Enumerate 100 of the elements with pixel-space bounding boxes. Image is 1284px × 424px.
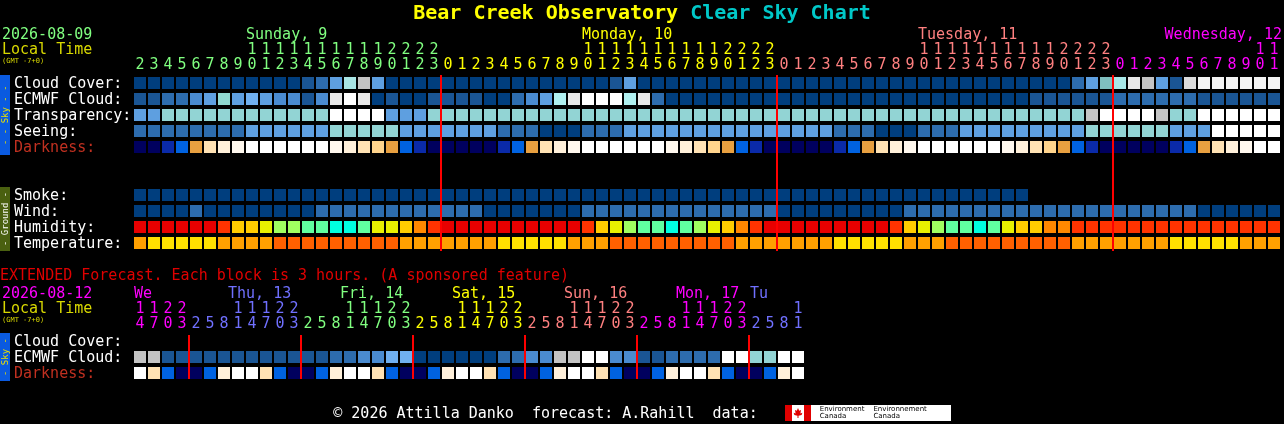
hour-digit: 2 [946, 57, 958, 72]
hour-digit: 1 [456, 57, 468, 72]
hour-digit: 2 [190, 316, 202, 331]
day-label: Monday, 10 [582, 27, 673, 42]
day-label: Sun, 16 [563, 286, 628, 301]
hour-digit: 5 [848, 57, 860, 72]
hour-tens-digit: 2 [624, 301, 636, 316]
hour-tens-digit: 1 [1268, 42, 1280, 57]
hour-digit: 9 [372, 57, 384, 72]
hour-digit: 1 [400, 57, 412, 72]
hour-digit: 7 [484, 316, 496, 331]
hour-tens-digit: 1 [1044, 42, 1056, 57]
hour-digit: 3 [148, 57, 160, 72]
hour-digit: 4 [246, 316, 258, 331]
hour-digit: 3 [288, 316, 300, 331]
hour-digit: 3 [624, 57, 636, 72]
hour-digit: 1 [1268, 57, 1280, 72]
hour-tens-digit: 2 [512, 301, 524, 316]
hour-digit: 5 [540, 316, 552, 331]
hour-tens-digit: 1 [233, 301, 243, 316]
hour-digit: 2 [274, 57, 286, 72]
hour-tens-digit: 1 [471, 301, 481, 316]
hour-tens-digit: 1 [303, 42, 314, 57]
hour-digit: 6 [526, 57, 538, 72]
hour-digit: 0 [274, 316, 286, 331]
hour-tens-digit: 1 [148, 301, 160, 316]
day-label: Fri, 14 [339, 286, 404, 301]
hour-tens-digit: 1 [485, 301, 496, 316]
hour-tens-digit: 1 [457, 301, 467, 316]
hour-digit: 6 [666, 57, 678, 72]
hour-digit: 1 [792, 316, 804, 331]
hour-digit: 1 [596, 57, 608, 72]
hour-digit: 8 [666, 316, 678, 331]
hour-digit: 2 [750, 57, 762, 72]
hour-digit: 1 [1128, 57, 1140, 72]
hour-tens-digit: 1 [316, 42, 328, 57]
hour-tens-digit: 1 [597, 301, 608, 316]
hour-digit: 1 [736, 57, 748, 72]
hour-digit: 2 [470, 57, 482, 72]
hour-digit: 8 [1226, 57, 1238, 72]
hour-tens-digit: 1 [275, 42, 285, 57]
hour-digit: 0 [778, 57, 790, 72]
hour-tens-digit: 1 [261, 301, 272, 316]
hour-digit: 3 [428, 57, 440, 72]
forecast-date: 2026-08-12 [2, 286, 94, 301]
hour-digit: 0 [610, 316, 622, 331]
hour-tens-digit: 1 [261, 42, 271, 57]
hour-digit: 3 [1156, 57, 1168, 72]
hour-digit: 7 [596, 316, 608, 331]
day-label: Wednesday, 12 [1164, 27, 1282, 42]
hour-digit: 7 [540, 57, 552, 72]
hour-digit: 6 [1002, 57, 1014, 72]
hour-digit: 4 [162, 57, 174, 72]
hour-digit: 2 [1086, 57, 1098, 72]
time-label: Local Time [2, 42, 94, 57]
hour-digit: 5 [652, 57, 664, 72]
hour-digit: 5 [176, 57, 188, 72]
hour-tens-digit: 1 [246, 42, 257, 57]
hour-digit: 8 [218, 316, 230, 331]
hour-tens-digit: 1 [988, 42, 1000, 57]
hour-tens-digit: 1 [359, 301, 369, 316]
hour-digit: 5 [316, 316, 328, 331]
hour-digit: 7 [344, 57, 356, 72]
hour-digit: 0 [386, 316, 398, 331]
hour-digit: 7 [260, 316, 272, 331]
hour-digit: 7 [1016, 57, 1028, 72]
hour-digit: 3 [288, 57, 300, 72]
hour-digit: 7 [876, 57, 888, 72]
day-label: Thu, 13 [227, 286, 292, 301]
hour-digit: 0 [722, 57, 734, 72]
hour-digit: 0 [1254, 57, 1266, 72]
hour-tens-digit: 1 [247, 301, 257, 316]
day-label: We [134, 286, 153, 301]
day-label: Sunday, 9 [246, 27, 329, 42]
credits-text: © 2026 Attilla Danko forecast: A.Rahill data: [333, 405, 758, 421]
hour-digit: 2 [1142, 57, 1154, 72]
hour-tens-digit: 1 [680, 42, 692, 57]
hour-tens-digit: 1 [652, 42, 664, 57]
hour-digit: 3 [960, 57, 972, 72]
hour-digit: 4 [1170, 57, 1182, 72]
hour-tens-digit: 1 [583, 42, 593, 57]
hour-digit: 1 [680, 316, 692, 331]
row-label: Transparency: [14, 107, 133, 123]
hour-tens-digit: 1 [961, 42, 971, 57]
hour-digit: 4 [694, 316, 706, 331]
hour-digit: 9 [1044, 57, 1056, 72]
hour-digit: 0 [1058, 57, 1070, 72]
hour-tens-digit: 1 [695, 301, 705, 316]
hour-tens-digit: 1 [681, 301, 691, 316]
hour-tens-digit: 1 [583, 301, 593, 316]
hour-digit: 4 [498, 57, 510, 72]
hour-digit: 3 [764, 57, 776, 72]
hour-digit: 4 [358, 316, 370, 331]
hour-digit: 2 [414, 57, 426, 72]
flag-icon [784, 405, 811, 421]
hour-digit: 0 [246, 57, 258, 72]
hour-tens-digit: 1 [372, 42, 384, 57]
hour-digit: 3 [484, 57, 496, 72]
hour-digit: 9 [708, 57, 720, 72]
hour-tens-digit: 2 [428, 42, 440, 57]
